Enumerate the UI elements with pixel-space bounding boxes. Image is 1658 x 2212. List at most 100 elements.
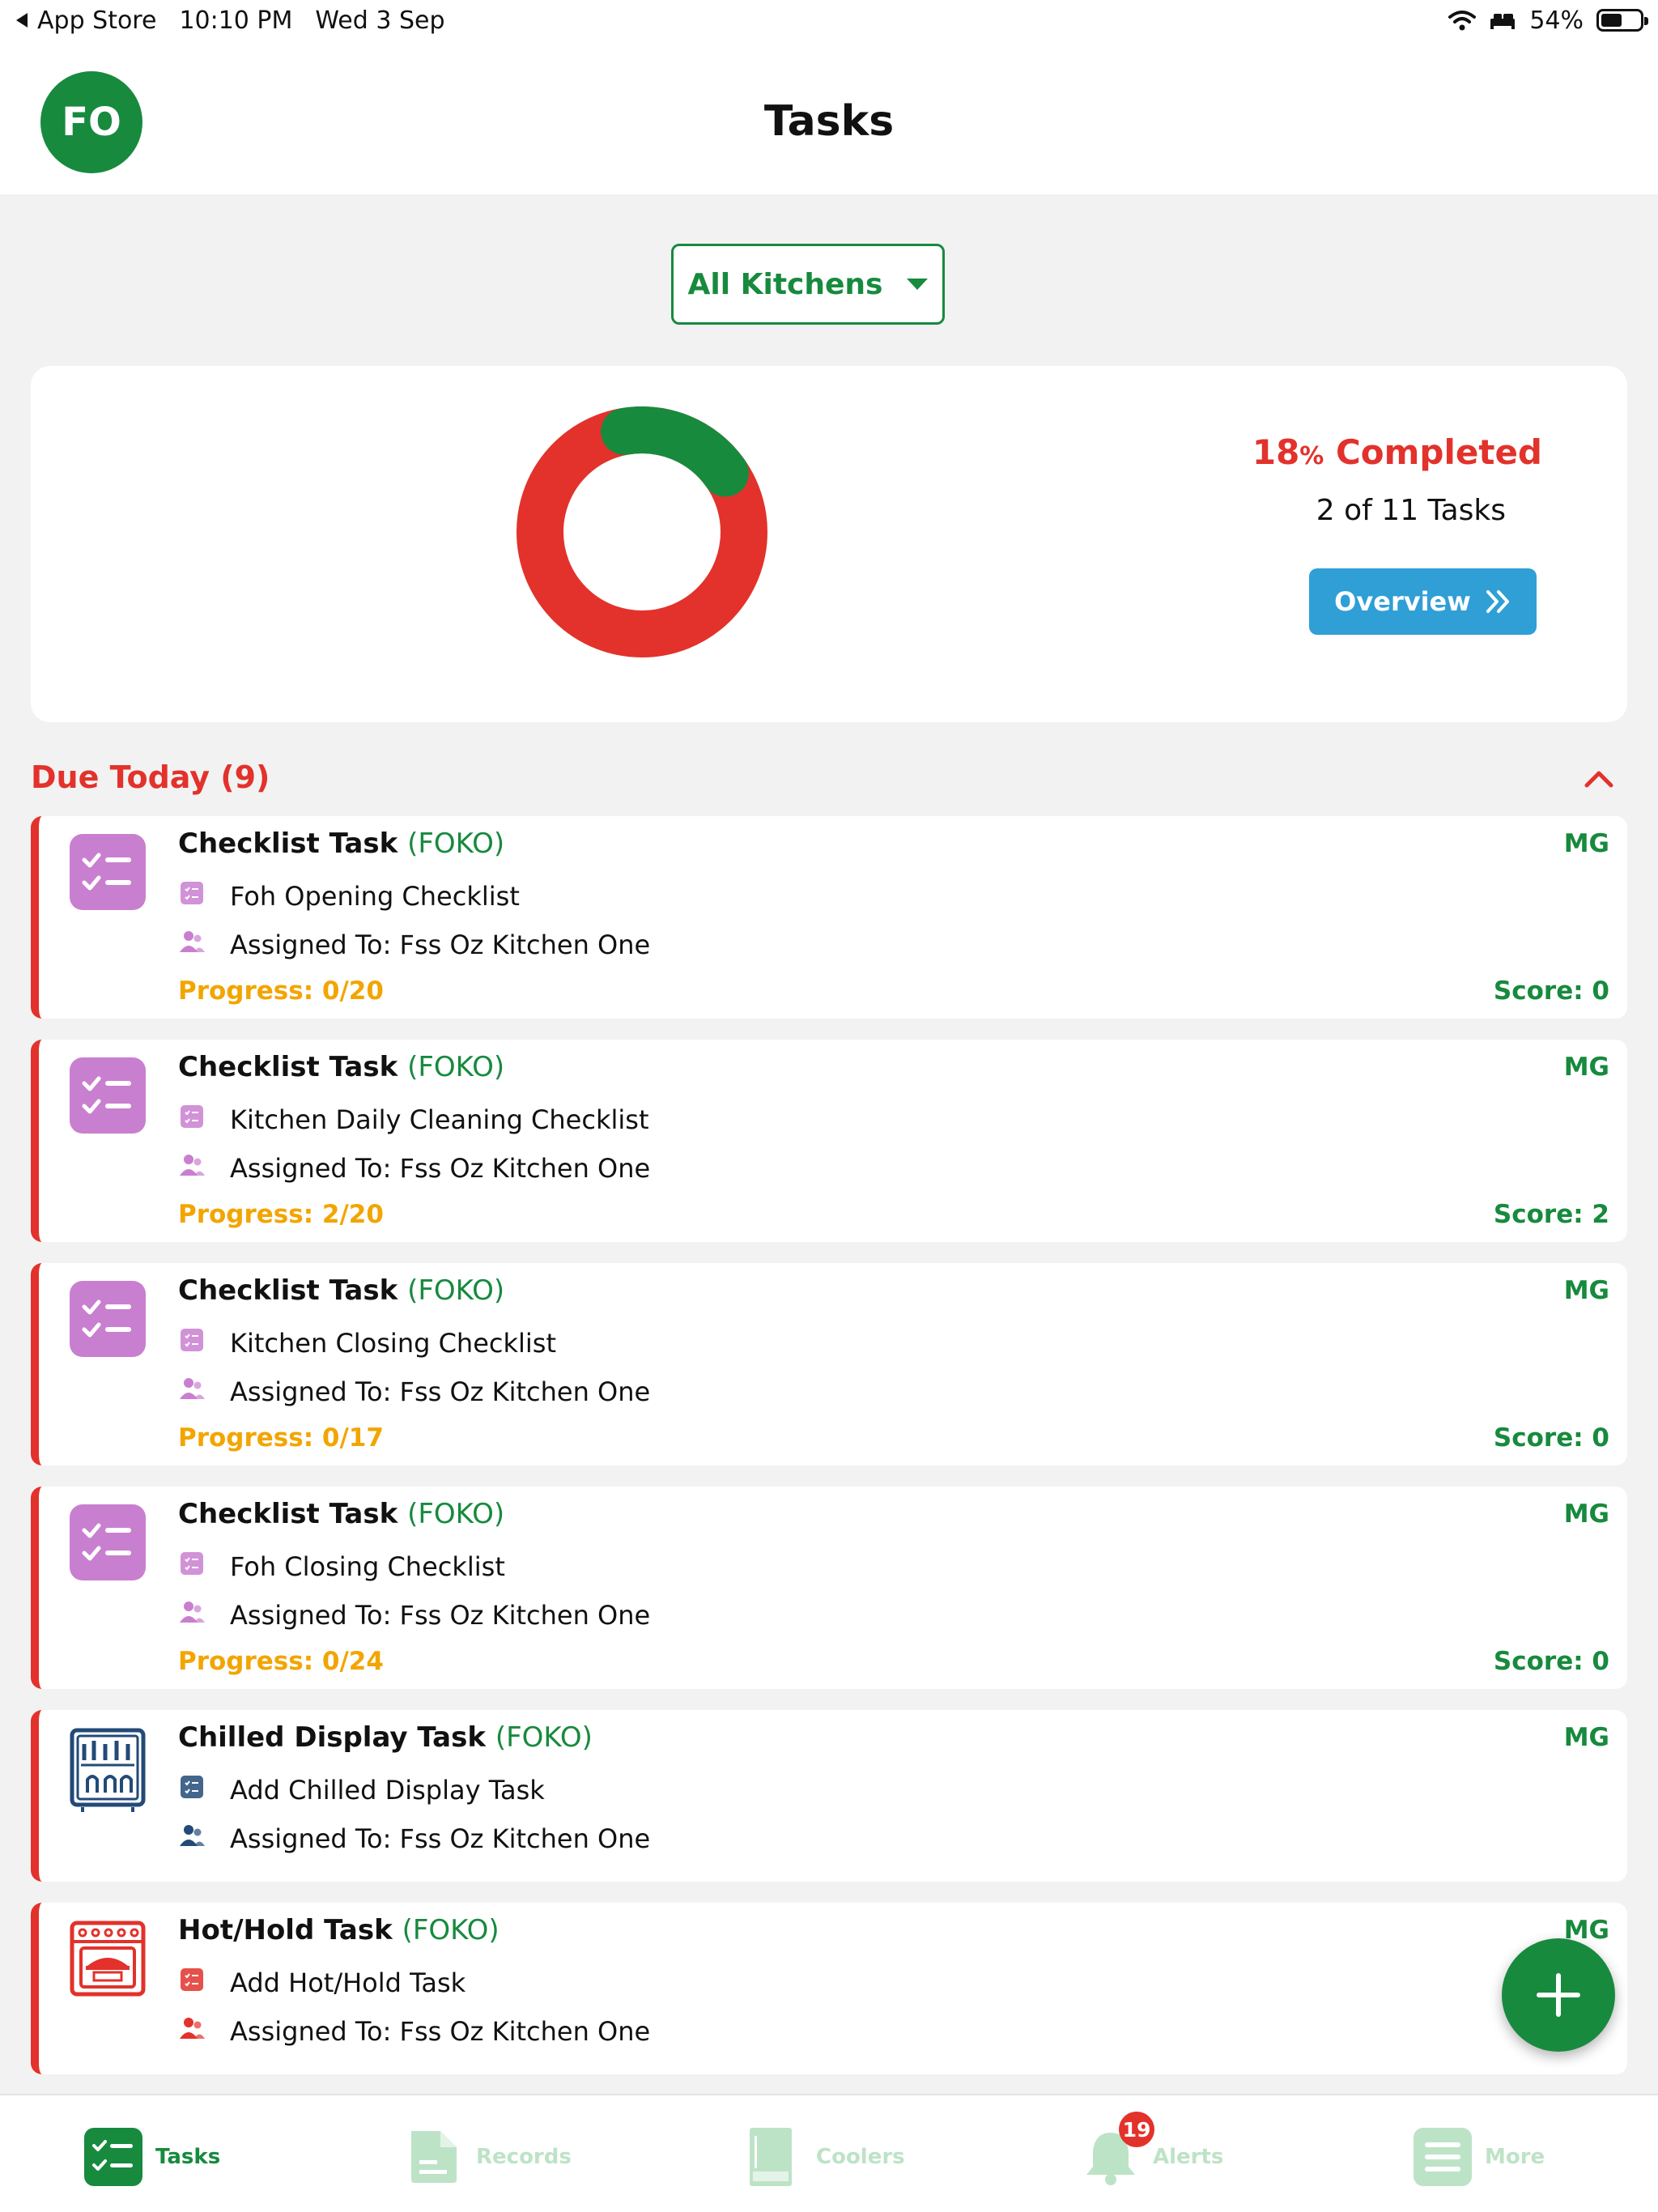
nav-more[interactable]: More [1414,2128,1545,2186]
completion-percent-sign: % [1299,442,1324,470]
add-task-button[interactable] [1502,1938,1615,2052]
task-card[interactable]: Checklist Task (FOKO) MG Kitchen Daily C… [31,1040,1627,1242]
overview-button-label: Overview [1334,586,1471,617]
task-assigned-row: Assigned To: Fss Oz Kitchen One [178,1598,650,1632]
task-progress: Progress: 0/20 [178,976,384,1006]
task-assigned: Assigned To: Fss Oz Kitchen One [230,929,651,960]
sleep-bed-icon [1490,14,1516,29]
task-assignee-badge: MG [1563,829,1609,858]
checklist-icon [70,1281,146,1357]
completion-percent-value: 18 [1252,432,1300,472]
overview-button[interactable]: Overview [1309,568,1537,635]
assigned-users-icon [178,1822,206,1856]
completion-donut-chart [517,406,767,657]
task-assigned-row: Assigned To: Fss Oz Kitchen One [178,1822,650,1856]
plus-icon [1537,1973,1580,2017]
task-name-row: Kitchen Closing Checklist [178,1326,556,1360]
task-org: (FOKO) [407,1051,505,1083]
task-title: Checklist Task (FOKO) [178,1498,504,1530]
task-title: Checklist Task (FOKO) [178,1051,504,1083]
task-assigned-row: Assigned To: Fss Oz Kitchen One [178,1151,650,1185]
task-title: Chilled Display Task (FOKO) [178,1721,593,1754]
task-name: Add Chilled Display Task [230,1775,545,1806]
task-org: (FOKO) [407,1274,505,1307]
kitchen-filter-value: All Kitchens [687,267,883,301]
bottom-navigation: Tasks Records Coolers Alerts More [0,2094,1658,2212]
double-chevron-right-icon [1486,590,1509,613]
assigned-users-icon [178,928,206,962]
task-assigned: Assigned To: Fss Oz Kitchen One [230,2016,651,2047]
task-org: (FOKO) [407,827,505,860]
task-card[interactable]: Checklist Task (FOKO) MG Foh Opening Che… [31,816,1627,1019]
task-card[interactable]: Checklist Task (FOKO) MG Kitchen Closing… [31,1263,1627,1465]
task-type: Checklist Task [178,1051,398,1083]
task-type: Checklist Task [178,827,398,860]
task-name: Kitchen Daily Cleaning Checklist [230,1104,649,1135]
task-assigned-row: Assigned To: Fss Oz Kitchen One [178,2014,650,2048]
status-bar: App Store 10:10 PM Wed 3 Sep 54% [0,0,1658,40]
nav-coolers[interactable]: Coolers [745,2128,905,2186]
page-title: Tasks [763,97,895,146]
nav-tasks-label: Tasks [155,2145,221,2169]
task-type: Hot/Hold Task [178,1914,393,1946]
checklist-icon [70,834,146,910]
assigned-users-icon [178,1151,206,1185]
nav-more-label: More [1485,2145,1545,2169]
task-document-icon [178,879,206,913]
assigned-users-icon [178,1598,206,1632]
task-score: Score: 0 [1493,1647,1609,1676]
task-type: Chilled Display Task [178,1721,486,1754]
task-name: Foh Closing Checklist [230,1551,505,1582]
due-today-header[interactable]: Due Today (9) [31,759,270,795]
back-app-label: App Store [37,6,157,35]
tasks-icon [84,2128,142,2186]
task-document-icon [178,1550,206,1584]
task-name: Kitchen Closing Checklist [230,1328,557,1359]
status-time: 10:10 PM [179,6,293,35]
nav-coolers-label: Coolers [816,2145,905,2169]
tasks-count: 2 of 11 Tasks [1316,494,1506,527]
completion-percent: 18% Completed [1252,432,1542,472]
hot-hold-icon [70,1921,146,1997]
task-progress: Progress: 2/20 [178,1200,384,1229]
task-title: Checklist Task (FOKO) [178,1274,504,1307]
task-assignee-badge: MG [1563,1723,1609,1752]
task-card[interactable]: Chilled Display Task (FOKO) MG Add Chill… [31,1710,1627,1882]
checklist-icon [70,1057,146,1134]
task-title: Hot/Hold Task (FOKO) [178,1914,500,1946]
assigned-users-icon [178,2014,206,2048]
task-assigned: Assigned To: Fss Oz Kitchen One [230,1600,651,1631]
task-assigned: Assigned To: Fss Oz Kitchen One [230,1376,651,1407]
nav-records-label: Records [476,2145,572,2169]
task-document-icon [178,1966,206,2000]
task-org: (FOKO) [402,1914,500,1946]
task-score: Score: 0 [1493,976,1609,1006]
task-assigned: Assigned To: Fss Oz Kitchen One [230,1823,651,1854]
battery-icon [1596,9,1648,32]
chevron-up-icon[interactable] [1584,769,1614,789]
task-type: Checklist Task [178,1498,398,1530]
records-icon [411,2131,457,2183]
nav-tasks[interactable]: Tasks [84,2128,220,2186]
task-card[interactable]: Checklist Task (FOKO) MG Foh Closing Che… [31,1487,1627,1689]
task-assigned-row: Assigned To: Fss Oz Kitchen One [178,928,650,962]
task-assignee-badge: MG [1563,1499,1609,1529]
completion-summary-card: 18% Completed 2 of 11 Tasks Overview [31,366,1627,722]
caret-down-icon [907,279,929,290]
task-type: Checklist Task [178,1274,398,1307]
task-document-icon [178,1773,206,1807]
back-to-app-link[interactable]: App Store [15,6,156,35]
status-date: Wed 3 Sep [315,6,445,35]
task-document-icon [178,1326,206,1360]
task-card[interactable]: Hot/Hold Task (FOKO) MG Add Hot/Hold Tas… [31,1903,1627,2074]
completion-label: Completed [1335,432,1542,472]
task-assigned: Assigned To: Fss Oz Kitchen One [230,1153,651,1184]
battery-percent: 54% [1529,6,1584,35]
alerts-count-badge: 19 [1119,2112,1154,2147]
chilled-display-icon [70,1728,146,1812]
kitchen-filter-dropdown[interactable]: All Kitchens [671,244,945,325]
task-progress: Progress: 0/17 [178,1423,384,1453]
task-title: Checklist Task (FOKO) [178,827,504,860]
task-org: (FOKO) [495,1721,593,1754]
nav-records[interactable]: Records [405,2128,572,2186]
